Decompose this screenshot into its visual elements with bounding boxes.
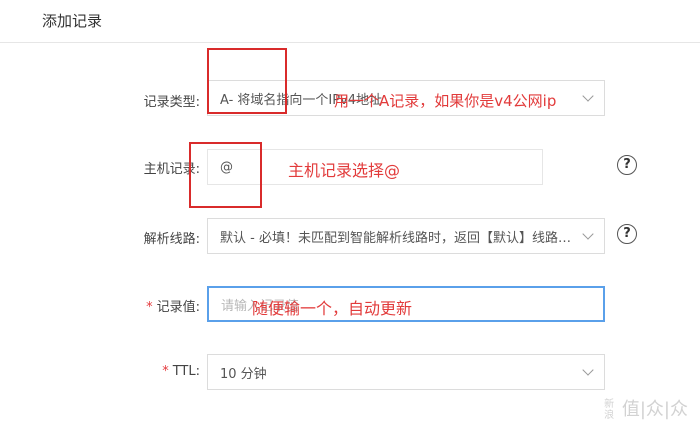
line-select[interactable]: 默认 - 必填！未匹配到智能解析线路时，返回【默认】线路设... (207, 218, 605, 254)
record-type-label: 记录类型: (143, 95, 200, 110)
line-value: 默认 - 必填！未匹配到智能解析线路时，返回【默认】线路设... (220, 230, 584, 246)
watermark-small: 新浪 (604, 399, 615, 421)
annotation-type-note: 用一个A记录，如果你是v4公网ip (334, 92, 557, 110)
add-record-dialog: 添加记录 记录类型: A- 将域名指向一个IPv4地址 主机记录: @ ? 解析… (0, 0, 700, 431)
annotation-box-type (207, 48, 287, 114)
annotation-host-note: 主机记录选择@ (288, 161, 401, 180)
title-divider (0, 42, 700, 43)
watermark-text: 值|众|众 (621, 399, 688, 420)
ttl-value: 10 分钟 (220, 366, 267, 382)
line-label: 解析线路: (143, 232, 200, 247)
ttl-select[interactable]: 10 分钟 (207, 354, 605, 390)
required-mark: * (162, 364, 169, 379)
annotation-box-host (189, 142, 262, 208)
record-value-label: * 记录值: (146, 300, 200, 315)
annotation-value-note: 随便输一个，自动更新 (252, 299, 413, 318)
watermark: 新浪 值|众|众 (604, 395, 688, 421)
host-record-label: 主机记录: (143, 162, 200, 177)
question-icon[interactable]: ? (617, 155, 637, 175)
dialog-title: 添加记录 (42, 12, 103, 30)
ttl-label: * TTL: (162, 364, 200, 379)
required-mark: * (146, 300, 153, 315)
question-icon[interactable]: ? (617, 224, 637, 244)
